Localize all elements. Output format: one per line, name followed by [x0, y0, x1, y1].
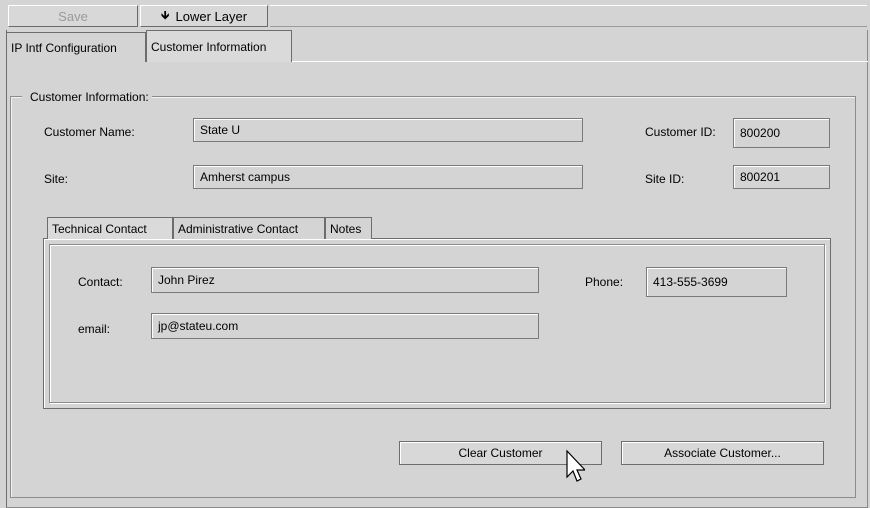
save-button-label: Save: [58, 8, 88, 24]
tab-ip-intf-configuration-label: IP Intf Configuration: [11, 40, 117, 55]
customer-id-value: 800200: [740, 126, 781, 140]
tab-ip-intf-configuration[interactable]: IP Intf Configuration: [6, 32, 146, 62]
tab-customer-information-label: Customer Information: [151, 39, 267, 54]
down-arrow-icon: 🡻: [160, 7, 170, 22]
phone-field[interactable]: 413-555-3699: [646, 267, 787, 297]
associate-customer-button[interactable]: Associate Customer...: [621, 441, 824, 465]
lower-layer-button[interactable]: 🡻 Lower Layer: [140, 5, 268, 27]
email-value: jp@stateu.com: [158, 319, 239, 333]
phone-value: 413-555-3699: [653, 275, 728, 289]
phone-label: Phone:: [585, 275, 624, 289]
clear-customer-button-label: Clear Customer: [458, 446, 543, 460]
tab-technical-contact-label: Technical Contact: [52, 221, 147, 236]
customer-id-field[interactable]: 800200: [733, 118, 830, 148]
contact-field[interactable]: John Pirez: [151, 267, 539, 293]
tab-customer-information[interactable]: Customer Information: [146, 30, 292, 62]
mouse-pointer-icon: [566, 449, 585, 482]
tab-technical-contact[interactable]: Technical Contact: [47, 217, 173, 239]
associate-customer-button-label: Associate Customer...: [664, 446, 781, 460]
lower-layer-button-label: Lower Layer: [175, 8, 248, 24]
contact-label: Contact:: [78, 275, 123, 289]
site-id-field[interactable]: 800201: [733, 165, 830, 189]
email-field[interactable]: jp@stateu.com: [151, 313, 539, 339]
contact-value: John Pirez: [158, 273, 215, 287]
site-field[interactable]: Amherst campus: [193, 165, 583, 189]
tab-administrative-contact-label: Administrative Contact: [178, 221, 299, 236]
site-id-label: Site ID:: [645, 172, 685, 186]
site-value: Amherst campus: [200, 170, 291, 184]
customer-id-label: Customer ID:: [645, 125, 716, 139]
customer-name-value: State U: [200, 123, 241, 137]
customer-name-label: Customer Name:: [44, 125, 135, 139]
tab-notes-label: Notes: [330, 221, 362, 236]
email-label: email:: [78, 322, 111, 336]
tab-notes[interactable]: Notes: [325, 217, 372, 239]
group-title: Customer Information:: [22, 90, 152, 104]
toolbar-spacer: [270, 5, 867, 27]
customer-name-field[interactable]: State U: [193, 118, 583, 142]
site-id-value: 800201: [740, 170, 781, 184]
save-button[interactable]: Save: [8, 5, 138, 27]
site-label: Site:: [44, 172, 69, 186]
tab-administrative-contact[interactable]: Administrative Contact: [173, 217, 325, 239]
